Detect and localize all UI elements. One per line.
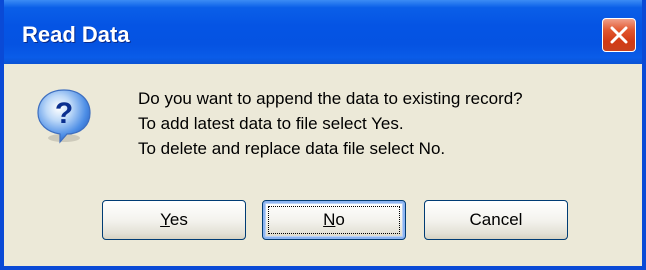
svg-text:?: ? xyxy=(55,97,73,130)
dialog-message: Do you want to append the data to existi… xyxy=(138,86,523,161)
dialog-title: Read Data xyxy=(22,22,130,47)
cancel-label: Cancel xyxy=(469,210,523,229)
cancel-button[interactable]: Cancel xyxy=(424,200,568,240)
no-mnemonic: N xyxy=(323,210,336,229)
yes-mnemonic: Y xyxy=(160,210,170,229)
read-data-dialog: Read Data ? Do you want to append the da… xyxy=(0,0,646,270)
no-button[interactable]: No xyxy=(262,200,406,240)
message-line: To delete and replace data file select N… xyxy=(138,139,446,158)
message-line: To add latest data to file select Yes. xyxy=(138,114,404,133)
question-icon: ? xyxy=(37,89,91,144)
title-bar[interactable]: Read Data xyxy=(4,0,642,64)
close-icon xyxy=(610,26,628,44)
yes-button[interactable]: Yes xyxy=(102,200,246,240)
no-label-rest: o xyxy=(335,210,345,229)
close-button[interactable] xyxy=(602,18,636,52)
dialog-body: ? Do you want to append the data to exis… xyxy=(4,64,642,266)
message-line: Do you want to append the data to existi… xyxy=(138,89,523,108)
yes-label-rest: es xyxy=(169,210,188,229)
